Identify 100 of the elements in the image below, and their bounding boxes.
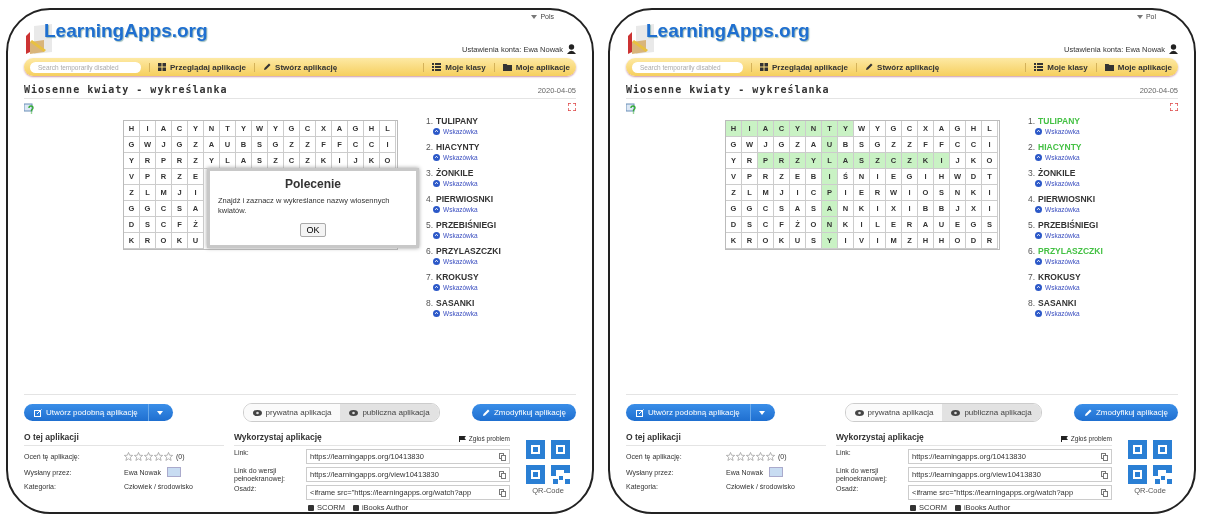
caret-icon [1136, 14, 1143, 19]
word-number: 5. [426, 220, 434, 230]
section-heading: Wykorzystaj aplikację [234, 432, 322, 442]
create-similar-button[interactable]: Utwórz podobną aplikację [24, 404, 173, 421]
caret-icon[interactable] [758, 410, 765, 415]
visibility-toggle[interactable]: prywatna aplikacja [845, 404, 943, 421]
star-rating[interactable] [726, 452, 775, 461]
search-word: PRZEBIŚNIEGI [436, 220, 497, 230]
copy-icon[interactable] [499, 470, 506, 479]
search-word: PRZYLASZCZKI [1038, 246, 1103, 256]
search-word: TULIPANY [436, 116, 478, 126]
word-number: 6. [1028, 246, 1036, 256]
search-word: KROKUSY [1038, 272, 1081, 282]
hint-icon [433, 310, 440, 317]
rating-star[interactable] [736, 452, 745, 461]
copy-icon[interactable] [499, 452, 506, 461]
pencil-icon [481, 408, 490, 417]
word-number: 7. [1028, 272, 1036, 282]
search-word: KROKUSY [436, 272, 479, 282]
rating-star[interactable] [756, 452, 765, 461]
nav-link[interactable]: Moje aplikacje [1095, 62, 1172, 72]
rating-star[interactable] [144, 452, 153, 461]
search-word: PRZYLASZCZKI [436, 246, 501, 256]
word-number: 8. [1028, 298, 1036, 308]
visibility-toggle[interactable]: publiczna aplikacja [340, 404, 439, 421]
logo-text[interactable]: LearningApps.org [646, 20, 810, 42]
folder-icon [1104, 63, 1114, 71]
rating-star[interactable] [766, 452, 775, 461]
hint-icon [1035, 206, 1042, 213]
search-word: TULIPANY [1038, 116, 1080, 126]
search-word: ŻONKILE [436, 168, 474, 178]
word-number: 2. [1028, 142, 1036, 152]
nav-link[interactable]: Stwórz aplikację [856, 62, 940, 72]
fullscreen-icon[interactable] [568, 103, 576, 111]
visibility-toggle[interactable]: publiczna aplikacja [942, 404, 1041, 421]
nav-link[interactable]: Moje aplikacje [493, 62, 570, 72]
grid-icon [158, 63, 166, 71]
hint-icon [433, 232, 440, 239]
edit-icon [34, 408, 42, 417]
star-rating[interactable] [124, 452, 173, 461]
help-icon[interactable] [24, 103, 35, 114]
visibility-toggle[interactable]: prywatna aplikacja [243, 404, 341, 421]
word-number: 6. [426, 246, 434, 256]
flag-icon [458, 435, 466, 442]
app-title: Wiosenne kwiaty - wykreślanka [24, 84, 228, 95]
rating-star[interactable] [746, 452, 755, 461]
user-icon [1169, 44, 1178, 54]
nav-link[interactable]: Moje klasy [423, 62, 486, 72]
hint-icon [433, 258, 440, 265]
nav-link[interactable]: Moje klasy [1025, 62, 1088, 72]
hint-icon [433, 206, 440, 213]
hint-icon [433, 128, 440, 135]
hint-icon [1035, 284, 1042, 291]
rating-star[interactable] [154, 452, 163, 461]
word-number: 4. [1028, 194, 1036, 204]
nav-link[interactable]: Przeglądaj aplikacje [149, 62, 247, 72]
help-icon[interactable] [626, 103, 637, 114]
app-title: Wiosenne kwiaty - wykreślanka [626, 84, 830, 95]
pencil-icon [263, 63, 272, 71]
nav-link[interactable]: Stwórz aplikację [254, 62, 338, 72]
section-heading: Wykorzystaj aplikację [836, 432, 924, 442]
nav-link[interactable]: Przeglądaj aplikacje [751, 62, 849, 72]
flag-icon [1060, 435, 1068, 442]
logo-text[interactable]: LearningApps.org [44, 20, 208, 42]
dialog-title: Polecenie [284, 177, 342, 191]
modify-button[interactable]: Zmodyfikuj aplikację [1073, 404, 1178, 421]
search-word: SASANKI [1038, 298, 1077, 308]
hint-icon [1035, 128, 1042, 135]
hint-icon [1035, 258, 1042, 265]
modify-button[interactable]: Zmodyfikuj aplikację [471, 404, 576, 421]
eye-icon [349, 409, 359, 416]
copy-icon[interactable] [499, 488, 506, 497]
hint-icon [1035, 180, 1042, 187]
qr-code-icon[interactable] [526, 440, 570, 484]
list-icon [1034, 63, 1044, 71]
caret-icon [531, 14, 538, 19]
folder-icon [502, 63, 512, 71]
edit-icon [636, 408, 644, 417]
caret-icon[interactable] [156, 410, 163, 415]
create-similar-button[interactable]: Utwórz podobną aplikację [626, 404, 775, 421]
user-icon [567, 44, 576, 54]
search-word: ŻONKILE [1038, 168, 1076, 178]
rating-star[interactable] [726, 452, 735, 461]
copy-icon[interactable] [1101, 470, 1108, 479]
hint-icon [433, 284, 440, 291]
eye-icon [854, 409, 864, 416]
copy-icon[interactable] [1101, 452, 1108, 461]
search-word: PRZEBIŚNIEGI [1038, 220, 1099, 230]
rating-star[interactable] [164, 452, 173, 461]
pencil-icon [865, 63, 874, 71]
section-heading: O tej aplikacji [24, 432, 224, 446]
rating-star[interactable] [134, 452, 143, 461]
search-word: HIACYNTY [436, 142, 480, 152]
pencil-icon [1083, 408, 1092, 417]
rating-star[interactable] [124, 452, 133, 461]
ok-button[interactable]: OK [300, 223, 326, 238]
fullscreen-icon[interactable] [1170, 103, 1178, 111]
copy-icon[interactable] [1101, 488, 1108, 497]
word-number: 8. [426, 298, 434, 308]
qr-code-icon[interactable] [1128, 440, 1172, 484]
